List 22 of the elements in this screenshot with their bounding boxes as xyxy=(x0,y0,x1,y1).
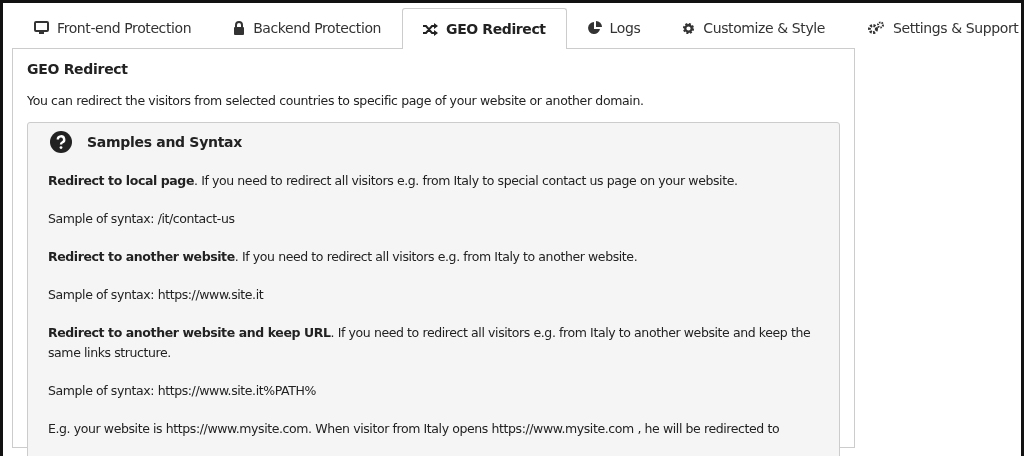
lock-icon xyxy=(233,21,246,35)
help-paragraph: Sample of syntax: https://www.site.it%PATH% xyxy=(48,382,317,400)
help-title: Samples and Syntax xyxy=(87,134,242,150)
tab[interactable]: Backend Protection xyxy=(212,7,403,48)
gear-icon xyxy=(682,21,696,35)
help-paragraph: Redirect to another website and keep URL. If you need to redirect all visitors e.g. from Italy to another website and keep the same links structure. xyxy=(48,324,812,362)
tab[interactable]: Logs xyxy=(566,7,662,48)
panel-description: You can redirect the visitors from selected countries to specific page of your website or another domain. xyxy=(27,93,645,108)
pie-chart-icon xyxy=(587,21,602,35)
tab[interactable]: Settings & Support xyxy=(846,7,1021,48)
help-paragraph: Sample of syntax: /it/contact-us xyxy=(48,210,236,228)
panel-title: GEO Redirect xyxy=(27,61,129,77)
help-paragraph: Sample of syntax: https://www.site.it xyxy=(48,286,265,304)
tab[interactable]: Customize & Style xyxy=(661,7,846,48)
tab[interactable]: Front-end Protection xyxy=(12,7,213,48)
help-paragraph: E.g. your website is https://www.mysite.com. When visitor from Italy opens https://www.mysite.com , he will be redirected to xyxy=(48,420,781,438)
help-paragraph: Redirect to another website. If you need to redirect all visitors e.g. from Italy to another website. xyxy=(48,248,639,266)
shuffle-icon xyxy=(423,22,439,36)
help-icon xyxy=(50,131,72,153)
tab[interactable]: GEO Redirect xyxy=(402,8,567,49)
monitor-icon xyxy=(34,21,49,35)
help-paragraph: Redirect to local page. If you need to redirect all visitors e.g. from Italy to special contact us page on your website. xyxy=(48,172,739,190)
